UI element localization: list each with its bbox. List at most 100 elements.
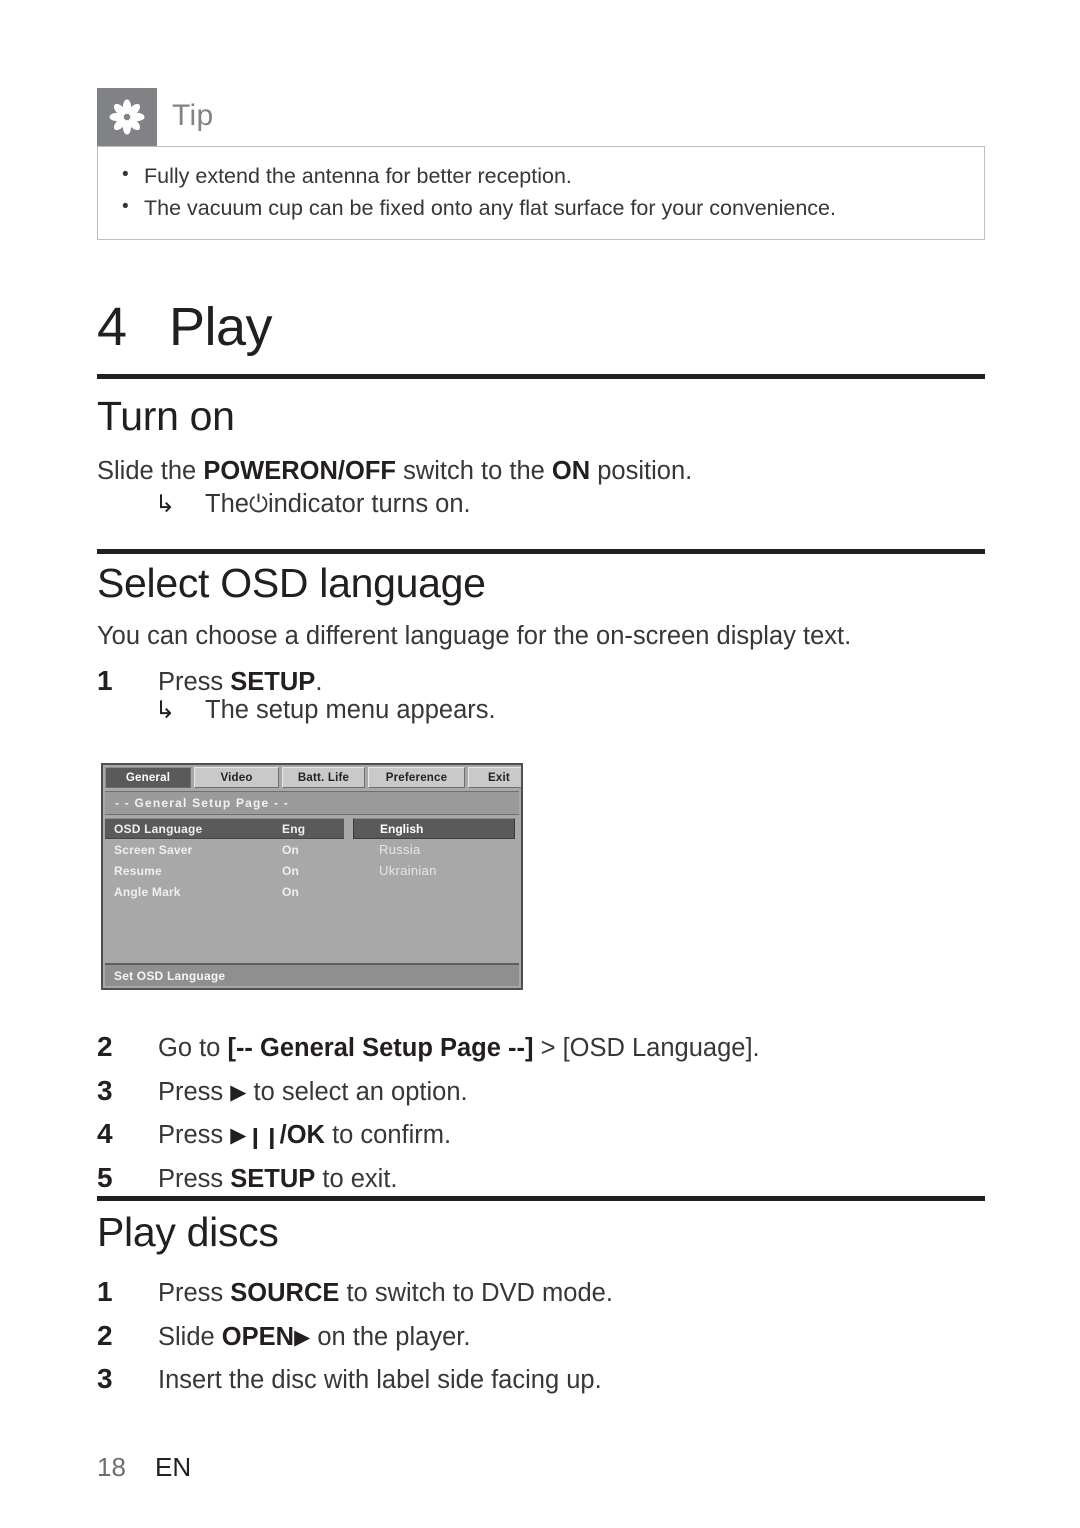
step-number: 1	[97, 665, 113, 696]
turn-on-result: ↳ The ⏻ indicator turns on.	[155, 490, 471, 519]
osd-setting-row-resume[interactable]: Resume On	[105, 860, 519, 881]
step-item: 3 Insert the disc with label side facing…	[97, 1357, 985, 1401]
osd-setting-label: Angle Mark	[114, 884, 181, 899]
play-discs-steps: 1 Press SOURCE to switch to DVD mode. 2 …	[97, 1270, 985, 1401]
step-number: 2	[97, 1031, 113, 1062]
power-switch-label: POWERON/OFF	[203, 457, 396, 485]
page-title-turn-on: Turn on	[97, 393, 235, 439]
step-text: Insert the disc with label side facing u…	[158, 1361, 602, 1401]
osd-setting-row-angle-mark[interactable]: Angle Mark On	[105, 881, 519, 902]
osd-page-title: - - General Setup Page - -	[105, 791, 519, 815]
turn-on-instruction: Slide the POWERON/OFF switch to the ON p…	[97, 455, 692, 489]
osd-setting-row-osd-language[interactable]: OSD Language Eng	[105, 818, 519, 839]
result-arrow-icon: ↳	[155, 696, 176, 724]
open-slider-label: OPEN	[221, 1322, 295, 1351]
section-divider	[97, 549, 985, 554]
tip-list-item: • Fully extend the antenna for better re…	[98, 161, 984, 193]
text-fragment: on the player.	[310, 1322, 471, 1351]
step-text: Press SOURCE to switch to DVD mode.	[158, 1274, 613, 1314]
text-fragment: >	[533, 1034, 563, 1062]
setup-button-label: SETUP	[230, 668, 316, 696]
text-fragment: .	[752, 1034, 760, 1062]
tip-label: Tip	[172, 99, 214, 132]
text-fragment: Press	[158, 668, 231, 696]
osd-setting-label: Screen Saver	[114, 842, 193, 857]
power-indicator-icon: ⏻	[248, 490, 268, 518]
osd-tab-exit[interactable]: Exit	[468, 767, 521, 788]
osd-tab-batt-life[interactable]: Batt. Life	[282, 767, 365, 788]
osd-language-intro: You can choose a different language for …	[97, 622, 852, 650]
tip-callout: Tip • Fully extend the antenna for bette…	[97, 88, 985, 240]
text-fragment: Slide the	[97, 457, 204, 485]
section-divider	[97, 1196, 985, 1201]
osd-status-bar: Set OSD Language	[105, 963, 519, 986]
play-right-arrow-icon: ▶	[230, 1123, 247, 1148]
page-title-select-osd-language: Select OSD language	[97, 560, 486, 606]
text-fragment: Slide	[158, 1322, 222, 1351]
setup-button-label: SETUP	[230, 1164, 316, 1193]
step-item: 4 Press ▶❙❙/OK to confirm.	[97, 1112, 985, 1156]
step-number: 3	[97, 1363, 113, 1395]
text-fragment: The setup menu appears.	[205, 696, 496, 724]
text-fragment: switch to the	[396, 457, 552, 485]
osd-settings-area: OSD Language Eng Screen Saver On Resume …	[105, 818, 519, 960]
step-number: 5	[97, 1161, 113, 1193]
result-arrow-icon: ↳	[155, 490, 176, 518]
text-fragment: to switch to DVD mode.	[339, 1279, 613, 1307]
step-item: 1 Press SOURCE to switch to DVD mode.	[97, 1270, 985, 1314]
chapter-title: Play	[169, 297, 273, 357]
tip-list-item: • The vacuum cup can be fixed onto any f…	[98, 193, 984, 225]
text-fragment: Press	[158, 1279, 231, 1307]
text-fragment: The	[205, 490, 249, 518]
step-text: Press ▶ to select an option.	[158, 1073, 468, 1113]
osd-setting-row-screen-saver[interactable]: Screen Saver On	[105, 839, 519, 860]
step-number: 2	[97, 1319, 113, 1351]
menu-path-osd-language: [OSD Language]	[562, 1034, 753, 1062]
step-number: 3	[97, 1074, 113, 1106]
text-fragment: to confirm.	[324, 1121, 452, 1150]
step-number: 4	[97, 1118, 113, 1150]
bullet-icon: •	[122, 164, 129, 185]
page-title-play-discs: Play discs	[97, 1209, 279, 1255]
step-text: Slide OPEN▶ on the player.	[158, 1318, 470, 1358]
tip-body: • Fully extend the antenna for better re…	[97, 146, 985, 240]
text-fragment: Press	[158, 1164, 231, 1193]
step-text: Press ▶❙❙/OK to confirm.	[158, 1116, 451, 1156]
chapter-number: 4	[97, 297, 127, 357]
text-fragment: position.	[590, 457, 693, 485]
osd-setting-label: Resume	[114, 863, 162, 878]
osd-tab-preference[interactable]: Preference	[368, 767, 465, 788]
bullet-icon: •	[122, 195, 129, 217]
tip-header: Tip	[97, 88, 985, 146]
asterisk-flower-icon	[97, 88, 157, 146]
osd-setting-value: On	[282, 884, 300, 899]
menu-path-general-setup-page: [-- General Setup Page --]	[227, 1034, 534, 1062]
osd-tab-bar: General Video Batt. Life Preference Exit	[103, 765, 521, 788]
text-fragment: indicator turns on.	[267, 490, 471, 518]
step-item: 5 Press SETUP to exit.	[97, 1156, 985, 1200]
osd-setup-screenshot: General Video Batt. Life Preference Exit…	[101, 763, 523, 990]
footer-language-code: EN	[155, 1452, 192, 1482]
source-button-label: SOURCE	[230, 1279, 340, 1307]
osd-tab-video[interactable]: Video	[194, 767, 279, 788]
step-text: Press SETUP to exit.	[158, 1160, 398, 1200]
page-footer: 18 EN	[97, 1452, 191, 1483]
osd-setting-value: On	[282, 863, 300, 878]
osd-tab-general[interactable]: General	[105, 767, 191, 788]
osd-setting-label: OSD Language	[114, 821, 203, 836]
text-fragment: to select an option.	[246, 1077, 468, 1106]
osd-language-steps: 2 Go to [-- General Setup Page --] > [OS…	[97, 1025, 985, 1200]
play-right-arrow-icon: ▶	[230, 1079, 247, 1104]
osd-language-step-1-result: ↳ The setup menu appears.	[155, 696, 496, 725]
tip-item-text: The vacuum cup can be fixed onto any fla…	[144, 195, 836, 220]
step-text: Go to [-- General Setup Page --] > [OSD …	[158, 1029, 760, 1069]
step-item: 2 Go to [-- General Setup Page --] > [OS…	[97, 1025, 985, 1069]
text-fragment: Press	[158, 1077, 231, 1106]
tip-item-text: Fully extend the antenna for better rece…	[144, 164, 572, 188]
text-fragment: Press	[158, 1121, 231, 1150]
text-fragment: .	[315, 668, 323, 696]
step-item: 2 Slide OPEN▶ on the player.	[97, 1314, 985, 1358]
step-number: 1	[97, 1276, 113, 1307]
osd-setting-value: On	[282, 842, 300, 857]
osd-setting-value: Eng	[282, 821, 306, 836]
